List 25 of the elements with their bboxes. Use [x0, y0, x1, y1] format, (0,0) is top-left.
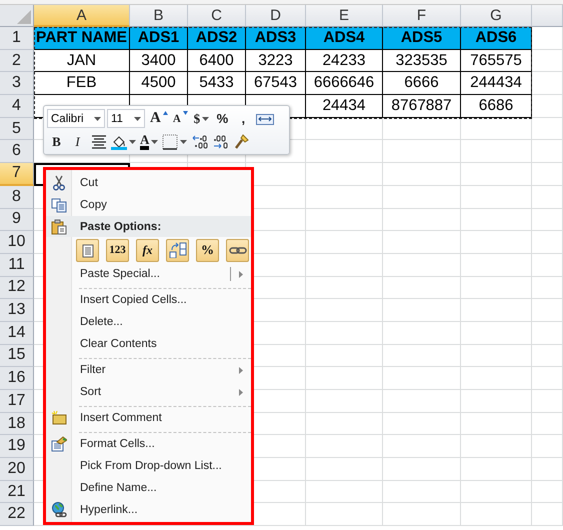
- table-cell: 8767887: [383, 95, 461, 118]
- table-cell: FEB: [34, 72, 130, 96]
- table-cell: ADS3: [246, 27, 306, 50]
- table-cell: 3223: [246, 50, 306, 72]
- table-cell: ADS4: [306, 27, 383, 50]
- table-cell: 6686: [461, 95, 532, 118]
- table-cell: 244434: [461, 72, 532, 96]
- table-cell: ADS1: [130, 27, 188, 50]
- table-cell: 4500: [130, 72, 188, 96]
- table-cell: 24233: [306, 50, 383, 72]
- table-cell: ADS6: [461, 27, 532, 50]
- table-cell: 6666646: [306, 72, 383, 96]
- table-cell: 6400: [188, 50, 246, 72]
- table-cell: 323535: [383, 50, 461, 72]
- table-cell: JAN: [34, 50, 130, 72]
- table-cell: 5433: [188, 72, 246, 96]
- table-cell: 24434: [306, 95, 383, 118]
- table-cell: 3400: [130, 50, 188, 72]
- table-cell: PART NAME: [34, 27, 130, 50]
- section-title: Paste Options:: [79, 220, 162, 232]
- table-cell: 765575: [461, 50, 532, 72]
- table-cell: ADS5: [383, 27, 461, 50]
- table-cell: ADS2: [188, 27, 246, 50]
- table-cell: 6666: [383, 72, 461, 96]
- table-cell: 67543: [246, 72, 306, 96]
